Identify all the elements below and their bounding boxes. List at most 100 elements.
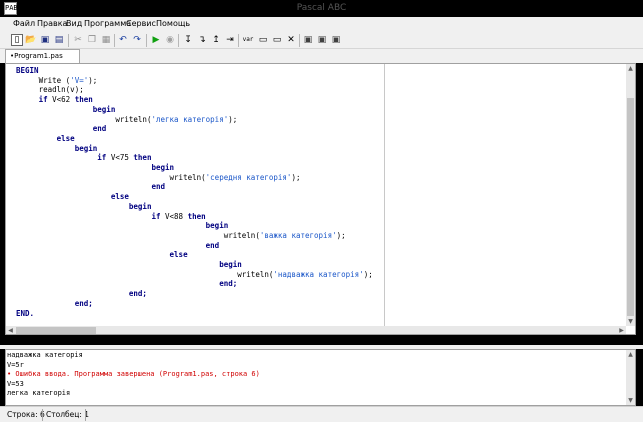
output-panel[interactable]: надважка категорія V=5r • Ошибка ввода. Пр… xyxy=(5,349,636,406)
code-line: Write ('V='); xyxy=(16,75,98,85)
toolbar-separator xyxy=(114,34,115,47)
scroll-right-arrow-icon[interactable]: ▶ xyxy=(617,326,626,334)
status-separator xyxy=(85,409,86,421)
scroll-down-arrow-icon[interactable]: ▼ xyxy=(626,317,635,326)
undo-icon[interactable]: ↶ xyxy=(117,34,129,46)
stop-icon[interactable]: ◉ xyxy=(164,34,176,46)
code-text: ); xyxy=(291,172,301,182)
code-keyword: END. xyxy=(16,308,35,318)
editor-vertical-scrollbar[interactable]: ▲ ▼ xyxy=(626,64,635,326)
code-line: else xyxy=(16,134,75,143)
code-line: end; xyxy=(16,279,237,288)
cut-icon[interactable]: ✂ xyxy=(72,34,84,46)
output-line: V=5r xyxy=(7,360,24,369)
save-all-icon[interactable]: ▤ xyxy=(53,34,65,46)
code-keyword: else xyxy=(56,133,75,143)
clear-icon[interactable]: ✕ xyxy=(285,34,297,46)
code-keyword: begin xyxy=(151,163,175,172)
code-line: END. xyxy=(16,309,34,318)
editor-horizontal-scrollbar[interactable]: ◀ ▶ xyxy=(6,326,626,334)
status-bar: Строка: 6 Столбец: 1 xyxy=(0,406,643,422)
options-icon[interactable]: ▣ xyxy=(330,34,342,46)
code-string: 'надважка категорія' xyxy=(273,269,364,279)
editor-horizontal-scroll-thumb[interactable] xyxy=(16,327,96,334)
menu-edit[interactable]: Правка xyxy=(37,19,67,28)
copy-icon[interactable]: ❐ xyxy=(86,34,98,46)
scroll-up-arrow-icon[interactable]: ▲ xyxy=(626,350,635,359)
code-keyword: end; xyxy=(219,279,238,289)
code-text: writeln( xyxy=(16,230,260,240)
open-file-icon[interactable]: 📂 xyxy=(25,34,37,46)
code-keyword: BEGIN xyxy=(16,66,39,75)
code-keyword: else xyxy=(110,192,129,202)
toolbar-separator xyxy=(238,34,239,47)
toolbar-separator xyxy=(178,34,179,47)
code-keyword: begin xyxy=(74,143,98,153)
new-file-icon[interactable]: ▯ xyxy=(11,34,23,46)
code-text: Write ( xyxy=(16,75,71,85)
code-keyword: if xyxy=(38,95,48,105)
code-text: writeln( xyxy=(16,172,206,182)
code-line: begin xyxy=(16,201,152,211)
code-text: readln(v); xyxy=(16,85,84,95)
breakpoint-icon[interactable]: ⇥ xyxy=(224,34,236,46)
output-error-line: • Ошибка ввода. Программа завершена (Pro… xyxy=(7,370,260,379)
output-line: надважка категорія xyxy=(7,351,83,359)
step-into-icon[interactable]: ↴ xyxy=(196,34,208,46)
scroll-up-arrow-icon[interactable]: ▲ xyxy=(626,64,635,73)
menu-service[interactable]: Сервис xyxy=(126,19,156,28)
menu-view[interactable]: Вид xyxy=(66,19,82,28)
var-watch-button[interactable]: var xyxy=(241,34,255,46)
window-icon[interactable]: ▭ xyxy=(271,34,283,46)
code-keyword: if xyxy=(97,153,107,163)
scroll-left-arrow-icon[interactable]: ◀ xyxy=(6,326,15,334)
editor-vertical-scroll-thumb[interactable] xyxy=(627,98,634,316)
toolbar-separator xyxy=(299,34,300,47)
menu-file[interactable]: Файл xyxy=(13,19,35,28)
paste-icon[interactable]: ▦ xyxy=(100,34,112,46)
code-keyword: begin xyxy=(128,201,152,211)
step-over-icon[interactable]: ↧ xyxy=(182,34,194,46)
code-line: if V<88 then xyxy=(16,211,206,221)
form-designer-icon[interactable]: ▣ xyxy=(316,34,328,46)
code-keyword: then xyxy=(133,153,152,163)
run-icon[interactable]: ▶ xyxy=(150,34,162,46)
menu-bar: Файл Правка Вид Программа Сервис Помощь xyxy=(0,17,643,32)
code-keyword: then xyxy=(187,211,206,221)
step-out-icon[interactable]: ↥ xyxy=(210,34,222,46)
save-icon[interactable]: ▣ xyxy=(39,34,51,46)
code-editor[interactable]: BEGIN Write ('V='); readln(v); if V<62 t… xyxy=(5,63,636,335)
code-line: end xyxy=(16,182,165,191)
menu-help[interactable]: Помощь xyxy=(156,19,190,28)
watch-icon[interactable]: ▭ xyxy=(257,34,269,46)
code-keyword: begin xyxy=(92,104,116,114)
form-icon[interactable]: ▣ xyxy=(302,34,314,46)
code-line: if V<75 then xyxy=(16,153,151,162)
code-string: 'V=' xyxy=(70,75,89,85)
code-string: 'середня категорія' xyxy=(205,172,292,182)
right-margin-line xyxy=(384,64,385,334)
menu-program[interactable]: Программа xyxy=(84,19,131,28)
output-vertical-scrollbar[interactable]: ▲ ▼ xyxy=(626,350,635,405)
redo-icon[interactable]: ↷ xyxy=(131,34,143,46)
output-line: легка категорія xyxy=(7,389,71,398)
scroll-down-arrow-icon[interactable]: ▼ xyxy=(626,396,635,405)
window-title: Pascal ABC xyxy=(296,3,347,13)
code-line: writeln('легка категорія'); xyxy=(16,115,237,124)
code-line: BEGIN xyxy=(16,66,39,75)
tab-program1[interactable]: •Program1.pas xyxy=(5,49,80,63)
code-text: ); xyxy=(363,269,373,279)
status-line: Строка: 6 xyxy=(7,410,45,419)
